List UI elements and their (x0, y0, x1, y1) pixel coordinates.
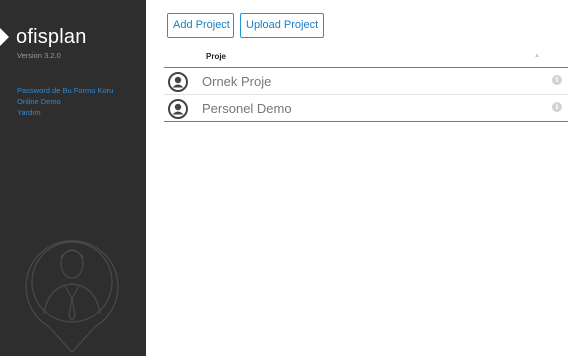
sidebar-link-online-demo[interactable]: Online Demo (17, 96, 113, 107)
sidebar-nav: Password de Bu Formu Koru Online Demo Ya… (17, 85, 113, 118)
add-project-button[interactable]: Add Project (167, 13, 234, 38)
app-title: ofisplan (16, 26, 87, 48)
table-header[interactable]: Proje ▲ (164, 47, 568, 68)
sidebar: ofisplan Version 3.2.0 Password de Bu Fo… (0, 0, 146, 356)
user-pin-watermark-icon (25, 240, 119, 353)
info-icon[interactable]: i (552, 102, 562, 112)
column-header-proje[interactable]: Proje (206, 52, 226, 61)
user-circle-icon (168, 72, 188, 92)
sidebar-link-password[interactable]: Password de Bu Formu Koru (17, 85, 113, 96)
user-circle-icon (168, 99, 188, 119)
sidebar-link-help[interactable]: Yardım (17, 107, 113, 118)
project-table: Proje ▲ Ornek Proje i Personel Demo i (164, 47, 568, 122)
project-name[interactable]: Ornek Proje (202, 74, 271, 89)
sort-up-icon[interactable]: ▲ (534, 53, 540, 59)
main-panel: Add Project Upload Project Proje ▲ Ornek… (146, 0, 572, 356)
project-name[interactable]: Personel Demo (202, 101, 292, 116)
info-icon[interactable]: i (552, 75, 562, 85)
app-version: Version 3.2.0 (17, 51, 61, 60)
upload-project-button[interactable]: Upload Project (240, 13, 324, 38)
collapse-caret-icon[interactable] (0, 28, 9, 46)
table-row[interactable]: Personel Demo i (164, 95, 568, 122)
table-row[interactable]: Ornek Proje i (164, 68, 568, 95)
